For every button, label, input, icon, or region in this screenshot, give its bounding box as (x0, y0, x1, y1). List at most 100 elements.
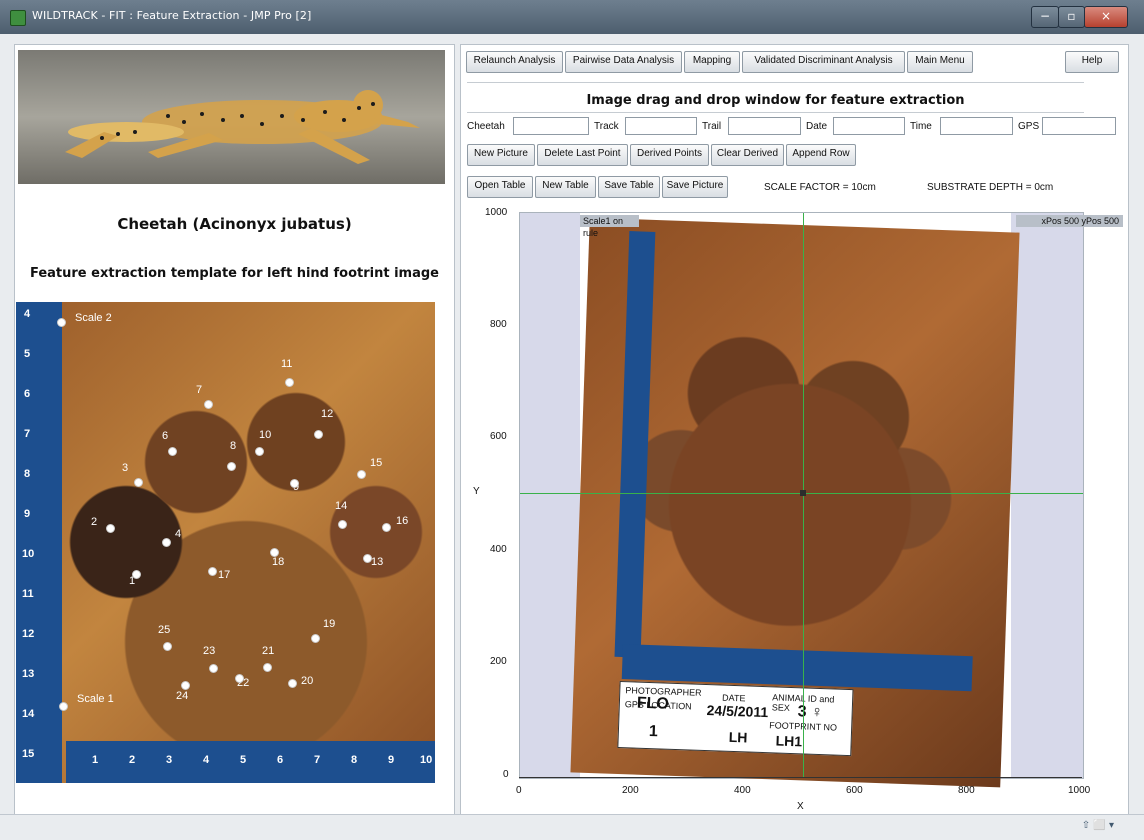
gps-input[interactable] (1042, 117, 1116, 135)
crosshair-center-point[interactable] (800, 490, 806, 496)
landmark-point-10[interactable] (255, 447, 264, 456)
landmark-label-7: 7 (196, 384, 203, 396)
landmark-point-24[interactable] (181, 681, 190, 690)
landmark-point-20[interactable] (288, 679, 297, 688)
landmark-label-8: 8 (230, 440, 237, 452)
landmark-label-19: 19 (323, 618, 336, 630)
status-bar: ⇧ ⬜ ▾ (0, 814, 1144, 840)
landmark-label-6: 6 (162, 430, 169, 442)
image-plot-area[interactable]: PHOTOGRAPHER DATE ANIMAL ID and SEX GPS … (519, 212, 1123, 788)
substrate-depth-label: SUBSTRATE DEPTH = 0cm (927, 182, 1054, 193)
validated-discriminant-analysis-button[interactable]: Validated Discriminant Analysis (742, 51, 905, 73)
help-button[interactable]: Help (1065, 51, 1119, 73)
landmark-point-8[interactable] (227, 462, 236, 471)
landmark-point-11[interactable] (285, 378, 294, 387)
x-tick-0: 0 (516, 785, 522, 796)
feature-extraction-title: Image drag and drop window for feature e… (586, 93, 965, 108)
card-date-value: 24/5/2011 (706, 702, 769, 721)
landmark-point-12[interactable] (314, 430, 323, 439)
maximize-button[interactable]: ▫ (1058, 6, 1085, 28)
bottom-tick-1: 1 (92, 754, 99, 766)
scale-1-label: Scale 1 (77, 693, 114, 705)
landmark-point-2[interactable] (106, 524, 115, 533)
close-button[interactable]: × (1084, 6, 1128, 28)
landmark-point-7[interactable] (204, 400, 213, 409)
landmark-label-2: 2 (91, 516, 98, 528)
landmark-point-1[interactable] (132, 570, 141, 579)
save-picture-button[interactable]: Save Picture (662, 176, 728, 198)
scale1-on-rule-label: Scale1 on rule (580, 215, 639, 238)
scale-2-point[interactable] (57, 318, 66, 327)
cheetah-image (18, 50, 445, 184)
landmark-point-9[interactable] (290, 479, 299, 488)
y-tick-0: 0 (503, 769, 509, 780)
bottom-tick-4: 4 (203, 754, 210, 766)
status-icons[interactable]: ⇧ ⬜ ▾ (1082, 820, 1114, 831)
landmark-point-14[interactable] (338, 520, 347, 529)
landmark-label-16: 16 (396, 515, 409, 527)
plot-right-margin (1011, 213, 1083, 778)
minimize-button[interactable]: − (1031, 6, 1059, 28)
date-input[interactable] (833, 117, 905, 135)
cheetah-input[interactable] (513, 117, 589, 135)
landmark-point-4[interactable] (162, 538, 171, 547)
landmark-label-10: 10 (259, 429, 272, 441)
card-animal-value: 3 ♀ (797, 703, 824, 722)
bottom-tick-9: 9 (388, 754, 395, 766)
right-analysis-panel: Relaunch Analysis Pairwise Data Analysis… (460, 44, 1129, 816)
relaunch-analysis-button[interactable]: Relaunch Analysis (466, 51, 563, 73)
left-ruler: 4 5 6 7 8 9 10 11 12 13 14 15 (16, 302, 62, 783)
bottom-tick-5: 5 (240, 754, 247, 766)
landmark-point-25[interactable] (163, 642, 172, 651)
open-table-button[interactable]: Open Table (467, 176, 533, 198)
clear-derived-button[interactable]: Clear Derived (711, 144, 784, 166)
track-label: Track (594, 121, 619, 132)
time-label: Time (910, 121, 932, 132)
bottom-tick-2: 2 (129, 754, 136, 766)
mapping-button[interactable]: Mapping (684, 51, 740, 73)
track-input[interactable] (625, 117, 697, 135)
trail-input[interactable] (728, 117, 801, 135)
gps-label: GPS (1018, 121, 1040, 132)
landmark-point-17[interactable] (208, 567, 217, 576)
header-divider-top (467, 82, 1084, 83)
save-table-button[interactable]: Save Table (598, 176, 660, 198)
y-tick-800: 800 (490, 319, 507, 330)
landmark-point-3[interactable] (134, 478, 143, 487)
derived-points-button[interactable]: Derived Points (630, 144, 709, 166)
landmark-point-21[interactable] (263, 663, 272, 672)
append-row-button[interactable]: Append Row (786, 144, 856, 166)
cheetah-illustration (65, 90, 420, 164)
main-menu-button[interactable]: Main Menu (907, 51, 973, 73)
landmark-point-15[interactable] (357, 470, 366, 479)
y-axis-label: Y (473, 486, 480, 497)
delete-last-point-button[interactable]: Delete Last Point (537, 144, 628, 166)
new-table-button[interactable]: New Table (535, 176, 596, 198)
landmark-point-19[interactable] (311, 634, 320, 643)
pairwise-data-analysis-button[interactable]: Pairwise Data Analysis (565, 51, 682, 73)
ruler-tick-15: 15 (22, 748, 35, 760)
ruler-tick-7: 7 (24, 428, 31, 440)
landmark-label-4: 4 (175, 528, 182, 540)
landmark-point-16[interactable] (382, 523, 391, 532)
x-axis-label: X (797, 801, 804, 812)
x-axis-line (519, 777, 1082, 778)
landmark-point-18[interactable] (270, 548, 279, 557)
scale-1-point[interactable] (59, 702, 68, 711)
bottom-tick-10: 10 (420, 754, 433, 766)
bottom-tick-7: 7 (314, 754, 321, 766)
landmark-point-22[interactable] (235, 674, 244, 683)
date-label: Date (806, 121, 828, 132)
landmark-point-13[interactable] (363, 554, 372, 563)
time-input[interactable] (940, 117, 1013, 135)
landmark-point-6[interactable] (168, 447, 177, 456)
dropped-footprint-image[interactable]: PHOTOGRAPHER DATE ANIMAL ID and SEX GPS … (570, 217, 1020, 788)
bottom-ruler: 1 2 3 4 5 6 7 8 9 10 (66, 741, 435, 783)
x-tick-200: 200 (622, 785, 639, 796)
new-picture-button[interactable]: New Picture (467, 144, 535, 166)
landmark-point-23[interactable] (209, 664, 218, 673)
header-divider-bottom (467, 112, 1084, 113)
cheetah-label: Cheetah (467, 121, 505, 132)
ruler-tick-12: 12 (22, 628, 35, 640)
landmark-label-11: 11 (281, 358, 293, 370)
